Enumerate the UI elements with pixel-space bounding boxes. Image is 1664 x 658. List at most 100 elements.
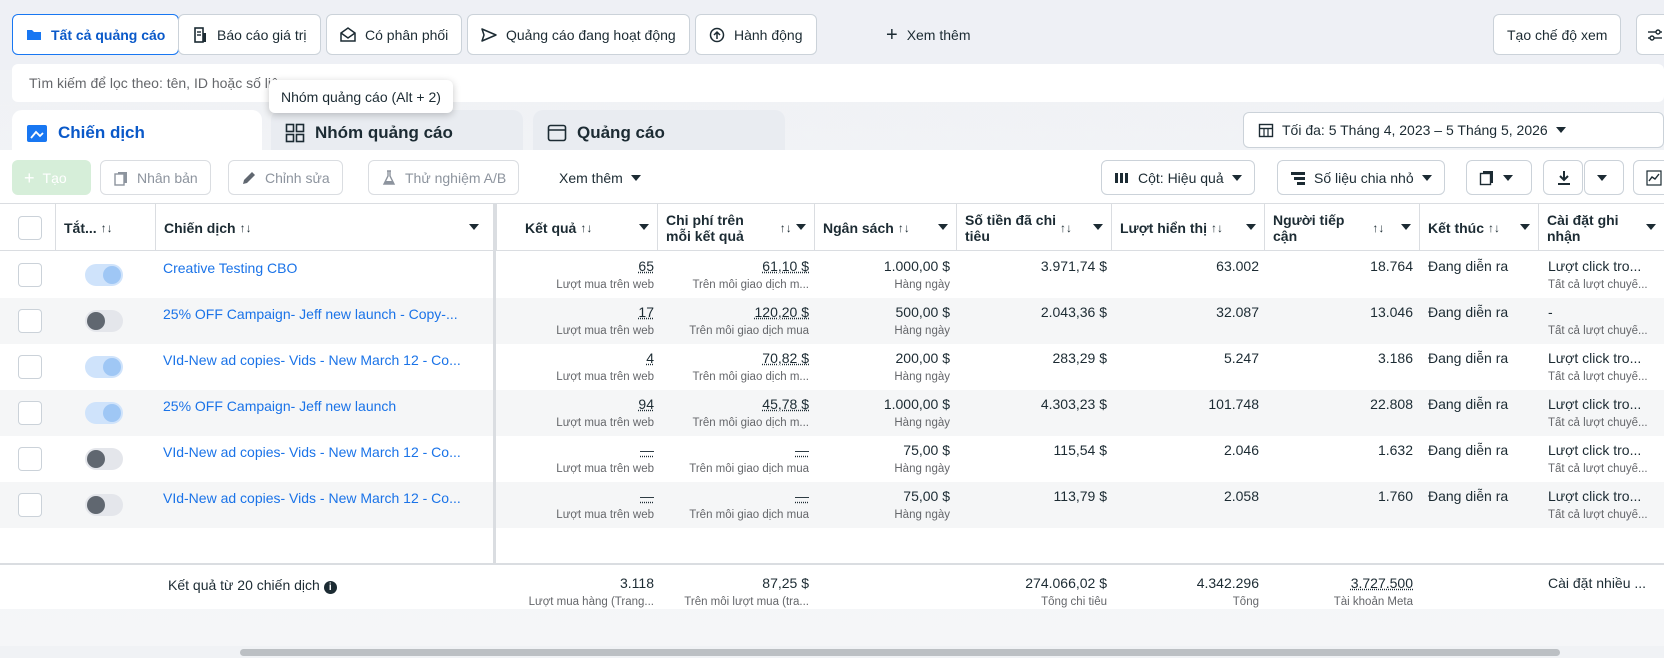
column-header-attribution[interactable]: Cài đặt ghi nhận: [1538, 204, 1664, 251]
filter-active-ads-label: Quảng cáo đang hoạt động: [506, 26, 676, 43]
table-row[interactable]: 25% OFF Campaign- Jeff new launch - Copy…: [0, 298, 1664, 344]
cell-cost-per-result[interactable]: 70,82 $: [762, 350, 809, 366]
cell-results[interactable]: 65: [638, 258, 654, 274]
cell-cost-per-result[interactable]: —: [795, 442, 809, 458]
filter-active-ads[interactable]: Quảng cáo đang hoạt động: [467, 14, 690, 55]
totals-reach[interactable]: 3.727.500: [1351, 575, 1413, 591]
filter-all-ads[interactable]: Tất cả quảng cáo: [12, 14, 180, 55]
delivery-toggle[interactable]: [85, 264, 123, 286]
table-row[interactable]: VId-New ad copies- Vids - New March 12 -…: [0, 344, 1664, 390]
cell-attribution: Lượt click tro...: [1548, 350, 1642, 366]
filter-see-more[interactable]: + Xem thêm: [873, 14, 984, 55]
table-row[interactable]: VId-New ad copies- Vids - New March 12 -…: [0, 482, 1664, 528]
delivery-toggle[interactable]: [85, 402, 123, 424]
chevron-down-icon: [1231, 174, 1242, 181]
more-actions-button[interactable]: Xem thêm: [547, 160, 653, 195]
cell-amount-spent: 4.303,23 $: [1040, 396, 1107, 412]
campaign-name-link[interactable]: 25% OFF Campaign- Jeff new launch: [163, 398, 483, 414]
cell-cost-per-result[interactable]: —: [795, 488, 809, 504]
totals-cost-per-result-sub: Trên mỗi lượt mua (tra...: [684, 596, 809, 608]
filter-has-delivery[interactable]: Có phân phối: [326, 14, 463, 55]
sort-icon: ↑↓: [1488, 220, 1500, 235]
frozen-column-divider[interactable]: [493, 203, 496, 609]
search-input[interactable]: Tìm kiếm để lọc theo: tên, ID hoặc số li…: [12, 64, 1664, 102]
row-checkbox[interactable]: [18, 493, 42, 517]
column-header-amount-spent[interactable]: Số tiền đã chi tiêu ↑↓: [956, 204, 1111, 251]
column-header-campaign[interactable]: Chiến dịch ↑↓: [155, 204, 493, 251]
select-all-checkbox[interactable]: [18, 216, 42, 240]
filter-all-ads-label: Tất cả quảng cáo: [51, 26, 166, 43]
column-header-reach-line2: cận: [1273, 227, 1298, 244]
filter-actions[interactable]: Hành động: [695, 14, 817, 55]
date-range-picker[interactable]: Tối đa: 5 Tháng 4, 2023 – 5 Tháng 5, 202…: [1243, 112, 1664, 148]
row-checkbox[interactable]: [18, 447, 42, 471]
cell-cost-per-result[interactable]: 45,78 $: [762, 396, 809, 412]
cell-impressions: 32.087: [1216, 304, 1259, 320]
cell-results[interactable]: 4: [646, 350, 654, 366]
more-actions-label: Xem thêm: [559, 169, 623, 186]
campaign-name-link[interactable]: VId-New ad copies- Vids - New March 12 -…: [163, 352, 483, 368]
totals-label-text: Kết quả từ 20 chiến dịch: [168, 577, 320, 593]
column-header-status[interactable]: Tắt... ↑↓: [55, 204, 155, 251]
campaign-name-link[interactable]: 25% OFF Campaign- Jeff new launch - Copy…: [163, 306, 483, 322]
cell-budget-sub: Hàng ngày: [894, 371, 950, 383]
info-icon[interactable]: i: [323, 581, 337, 594]
column-header-impressions[interactable]: Lượt hiển thị ↑↓: [1111, 204, 1264, 251]
delivery-toggle[interactable]: [85, 310, 123, 332]
campaign-name-link[interactable]: Creative Testing CBO: [163, 260, 483, 276]
column-header-amount-spent-label: Số tiền đã chi tiêu: [965, 212, 1056, 244]
cell-budget-sub: Hàng ngày: [894, 463, 950, 475]
delivery-toggle[interactable]: [85, 356, 123, 378]
table-row[interactable]: VId-New ad copies- Vids - New March 12 -…: [0, 436, 1664, 482]
toggle-knob: [87, 312, 105, 330]
cell-attribution-sub: Tất cả lượt chuyể...: [1548, 371, 1648, 383]
column-header-ends[interactable]: Kết thúc ↑↓: [1419, 204, 1538, 251]
chart-button[interactable]: [1633, 160, 1664, 195]
cell-attribution: Lượt click tro...: [1548, 442, 1642, 458]
cell-results[interactable]: 94: [638, 396, 654, 412]
cell-results-sub: Lượt mua trên web: [556, 279, 654, 291]
campaign-name-link[interactable]: VId-New ad copies- Vids - New March 12 -…: [163, 490, 483, 506]
column-header-reach[interactable]: Người tiếp cận ↑↓: [1264, 204, 1419, 251]
export-options-button[interactable]: [1584, 160, 1624, 195]
row-checkbox[interactable]: [18, 263, 42, 287]
cell-results[interactable]: —: [640, 488, 654, 504]
delivery-toggle[interactable]: [85, 494, 123, 516]
row-checkbox[interactable]: [18, 401, 42, 425]
cell-results-sub: Lượt mua trên web: [556, 417, 654, 429]
duplicate-button[interactable]: Nhân bản: [100, 160, 211, 195]
column-header-results[interactable]: Kết quả ↑↓: [496, 204, 657, 251]
cell-cost-per-result-sub: Trên mỗi giao dịch mua: [689, 509, 809, 521]
cell-cost-per-result[interactable]: 120,20 $: [755, 304, 810, 320]
campaign-name-link[interactable]: VId-New ad copies- Vids - New March 12 -…: [163, 444, 483, 460]
view-settings-button[interactable]: [1636, 14, 1664, 55]
cell-results[interactable]: 17: [638, 304, 654, 320]
column-header-cost-per-result[interactable]: Chi phí trên mỗi kết quả ↑↓: [657, 204, 814, 251]
table-row[interactable]: 25% OFF Campaign- Jeff new launch 94 Lượt …: [0, 390, 1664, 436]
columns-button[interactable]: Cột: Hiệu quả: [1101, 160, 1255, 195]
delivery-toggle[interactable]: [85, 448, 123, 470]
edit-button[interactable]: Chỉnh sửa: [228, 160, 343, 195]
ab-test-button[interactable]: Thử nghiệm A/B: [368, 160, 520, 195]
columns-icon: [1115, 172, 1128, 183]
cell-attribution: Lượt click tro...: [1548, 488, 1642, 504]
row-checkbox[interactable]: [18, 355, 42, 379]
tab-ad-sets-label: Nhóm quảng cáo: [315, 123, 453, 142]
cell-cost-per-result-sub: Trên mỗi giao dịch mua: [689, 463, 809, 475]
row-checkbox[interactable]: [18, 309, 42, 333]
cell-cost-per-result-sub: Trên mỗi giao dịch m...: [692, 417, 809, 429]
filter-value-report[interactable]: Báo cáo giá trị: [178, 14, 321, 55]
export-button[interactable]: [1543, 160, 1583, 195]
table-row[interactable]: Creative Testing CBO 65 Lượt mua trên web 6…: [0, 252, 1664, 298]
column-header-attr-line2: nhận: [1547, 227, 1581, 244]
create-view-button[interactable]: Tạo chế độ xem: [1493, 14, 1622, 55]
breakdown-button[interactable]: Số liệu chia nhỏ: [1277, 160, 1445, 195]
reports-icon: [1479, 170, 1493, 185]
chevron-down-icon: [1246, 224, 1256, 230]
horizontal-scrollbar-thumb[interactable]: [240, 649, 1560, 656]
cell-cost-per-result[interactable]: 61,10 $: [762, 258, 809, 274]
column-header-budget[interactable]: Ngân sách ↑↓: [814, 204, 956, 251]
reports-button[interactable]: [1466, 160, 1532, 195]
cell-results[interactable]: —: [640, 442, 654, 458]
create-button[interactable]: + Tạo: [12, 160, 91, 195]
